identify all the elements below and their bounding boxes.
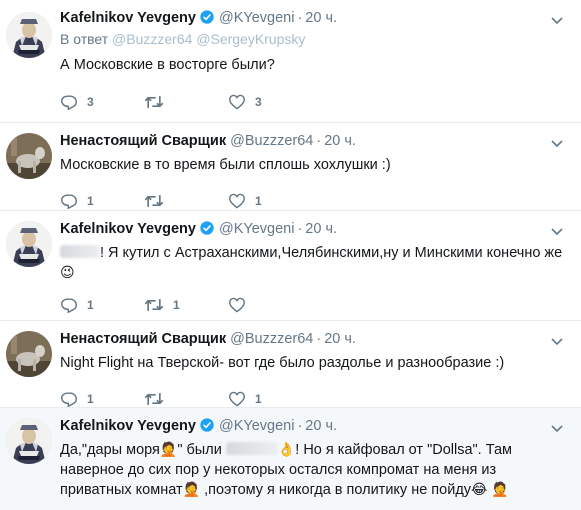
reply-icon [60, 95, 78, 110]
user-handle[interactable]: @Buzzzer64 [230, 331, 313, 347]
tweet[interactable]: Kafelnikov Yevgeny @KYevgeni · 20 ч. В отв… [0, 0, 581, 123]
laughing-emoji: 😂 🤦 [471, 481, 509, 497]
retweet-button[interactable] [144, 193, 228, 209]
reply-count: 1 [87, 194, 94, 208]
facepalm-emoji: 🤦 [182, 481, 201, 497]
chevron-down-icon[interactable] [551, 135, 563, 153]
display-name[interactable]: Kafelnikov Yevgeny [60, 10, 196, 26]
display-name[interactable]: Ненастоящий Сварщик [60, 331, 226, 347]
retweet-icon [144, 96, 164, 108]
separator-dot: · [297, 418, 303, 434]
tweet-text-part: ,поэтому я никогда в политику не пойду [204, 482, 472, 498]
retweet-icon [144, 393, 164, 405]
like-count: 3 [255, 95, 262, 109]
like-button[interactable]: 1 [228, 391, 312, 407]
chevron-down-icon[interactable] [551, 333, 563, 351]
redacted-text [60, 245, 100, 258]
tweet-text: А Московские в восторге были? [60, 57, 275, 73]
verified-badge-icon [199, 417, 215, 439]
tweet-header: Ненастоящий Сварщик @Buzzzer64 · 20 ч. [60, 131, 569, 151]
chevron-down-icon[interactable] [551, 12, 563, 30]
display-name[interactable]: Kafelnikov Yevgeny [60, 221, 196, 237]
retweet-count: 1 [173, 298, 180, 312]
verified-badge-icon [199, 9, 215, 31]
chevron-down-icon[interactable] [551, 420, 563, 438]
tweet[interactable]: Ненастоящий Сварщик @Buzzzer64 · 20 ч. Nig… [0, 321, 581, 408]
tweet-header: Kafelnikov Yevgeny @KYevgeni · 20 ч. [60, 8, 569, 28]
user-handle[interactable]: @KYevgeni [219, 418, 294, 434]
retweet-button[interactable] [144, 94, 228, 110]
reply-button[interactable]: 3 [60, 94, 144, 110]
reply-context: В ответ @Buzzzer64 @SergeyKrupsky [60, 31, 569, 47]
avatar[interactable] [6, 221, 52, 267]
reply-count: 1 [87, 392, 94, 406]
retweet-button[interactable] [144, 391, 228, 407]
reply-icon [60, 298, 78, 313]
reply-count: 1 [87, 298, 94, 312]
chevron-down-icon[interactable] [551, 223, 563, 241]
heart-icon [228, 94, 246, 110]
reply-icon [60, 392, 78, 407]
reply-count: 3 [87, 95, 94, 109]
tweet-text: Night Flight на Тверской- вот где было р… [60, 355, 505, 371]
wink-emoji: 😉 [60, 264, 75, 280]
tweet-text: ! Я кутил с Астраханскими,Челябинскими,н… [100, 245, 563, 261]
user-handle[interactable]: @KYevgeni [219, 221, 294, 237]
reply-button[interactable]: 1 [60, 391, 144, 407]
timestamp[interactable]: 20 ч. [305, 221, 337, 237]
tweet[interactable]: Kafelnikov Yevgeny @KYevgeni · 20 ч. ! Я к… [0, 211, 581, 321]
reply-prefix: В ответ [60, 31, 109, 47]
tweet-text-part: Да,"дары моря [60, 442, 160, 458]
heart-icon [228, 391, 246, 407]
retweet-icon [144, 299, 164, 311]
heart-icon [228, 297, 246, 313]
timestamp[interactable]: 20 ч. [324, 331, 356, 347]
separator-dot: · [316, 133, 322, 149]
ok-hand-emoji: 👌 [277, 441, 296, 457]
tweet-header: Ненастоящий Сварщик @Buzzzer64 · 20 ч. [60, 329, 569, 349]
tweet-text-container: ! Я кутил с Астраханскими,Челябинскими,н… [60, 243, 569, 283]
avatar[interactable] [6, 12, 52, 58]
tweet-header: Kafelnikov Yevgeny @KYevgeni · 20 ч. [60, 416, 569, 436]
tweet-highlighted[interactable]: Kafelnikov Yevgeny @KYevgeni · 20 ч. Да,"д… [0, 408, 581, 510]
retweet-icon [144, 195, 164, 207]
separator-dot: · [316, 331, 322, 347]
separator-dot: · [297, 10, 303, 26]
separator-dot: · [297, 221, 303, 237]
display-name[interactable]: Kafelnikov Yevgeny [60, 418, 196, 434]
like-button[interactable] [228, 297, 312, 313]
tweet-text-part: " были [177, 442, 222, 458]
facepalm-emoji: 🤦 [159, 441, 178, 457]
timestamp[interactable]: 20 ч. [324, 133, 356, 149]
heart-icon [228, 193, 246, 209]
tweet-header: Kafelnikov Yevgeny @KYevgeni · 20 ч. [60, 219, 569, 239]
tweet-actions: 3 3 [60, 92, 569, 122]
timestamp[interactable]: 20 ч. [305, 10, 337, 26]
user-handle[interactable]: @Buzzzer64 [230, 133, 313, 149]
user-handle[interactable]: @KYevgeni [219, 10, 294, 26]
reply-button[interactable]: 1 [60, 193, 144, 209]
timestamp[interactable]: 20 ч. [305, 418, 337, 434]
avatar[interactable] [6, 331, 52, 377]
retweet-button[interactable]: 1 [144, 297, 228, 313]
avatar[interactable] [6, 133, 52, 179]
redacted-text [225, 442, 278, 455]
display-name[interactable]: Ненастоящий Сварщик [60, 133, 226, 149]
avatar[interactable] [6, 418, 52, 464]
verified-badge-icon [199, 220, 215, 242]
reply-button[interactable]: 1 [60, 297, 144, 313]
tweet[interactable]: Ненастоящий Сварщик @Buzzzer64 · 20 ч. Мос… [0, 123, 581, 211]
like-button[interactable]: 3 [228, 94, 312, 110]
reply-users-link[interactable]: @Buzzzer64 @SergeyKrupsky [112, 31, 305, 47]
tweet-text-container: Да,"дары моря🤦" были 👌! Но я кайфовал от… [60, 440, 569, 500]
like-count: 1 [255, 194, 262, 208]
like-count: 1 [255, 392, 262, 406]
like-button[interactable]: 1 [228, 193, 312, 209]
tweet-text: Московские в то время были сплошь хохлуш… [60, 157, 391, 173]
reply-icon [60, 194, 78, 209]
